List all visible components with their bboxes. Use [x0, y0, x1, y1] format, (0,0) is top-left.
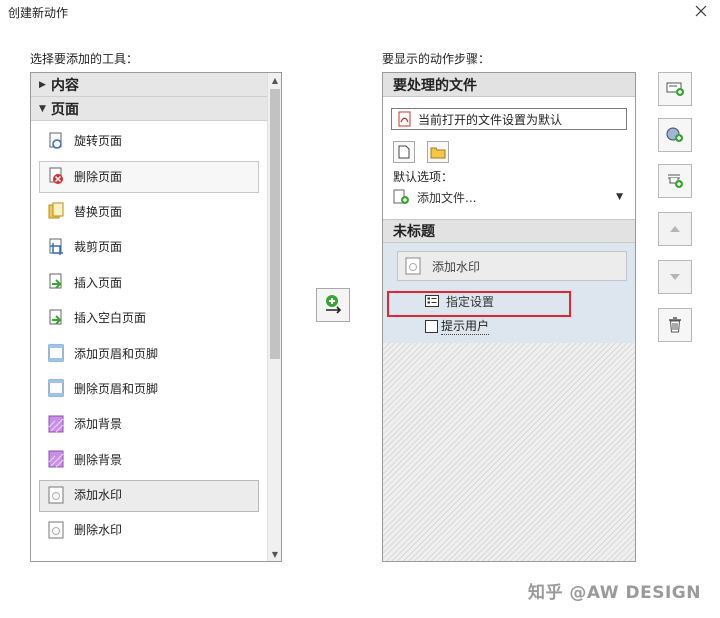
title-bar: 创建新动作	[0, 0, 720, 24]
files-header: 要处理的文件	[383, 73, 635, 97]
remove-background-icon	[48, 450, 64, 468]
group-content-label: 内容	[51, 77, 79, 94]
insert-stop-button[interactable]	[658, 72, 692, 106]
delete-page-icon	[49, 167, 63, 185]
tools-scrollbar[interactable]: ▲ ▼	[267, 73, 281, 561]
add-file-value: 添加文件...	[417, 190, 477, 205]
steps-panel: 要处理的文件 当前打开的文件设置为默认 默认选项： 添加文件... ▼ 未标题 …	[382, 72, 636, 562]
group-content[interactable]: ▶ 内容	[31, 73, 267, 97]
tool-label: 插入空白页面	[74, 311, 147, 326]
close-button[interactable]	[692, 2, 710, 20]
chevron-right-icon: ▶	[39, 79, 46, 90]
file-source-field[interactable]: 当前打开的文件设置为默认	[391, 108, 627, 130]
untitled-body: 添加水印 指定设置 提示用户	[383, 243, 635, 343]
tool-remove-background[interactable]: 删除背景	[31, 442, 267, 477]
remove-watermark-icon	[48, 521, 64, 539]
add-header-footer-icon	[48, 344, 64, 362]
tool-remove-header-footer[interactable]: 删除页眉和页脚	[31, 371, 267, 406]
tool-add-background[interactable]: 添加背景	[31, 406, 267, 441]
tools-label: 选择要添加的工具：	[30, 52, 139, 66]
files-block: 当前打开的文件设置为默认 默认选项： 添加文件... ▼	[383, 98, 635, 218]
new-file-button[interactable]	[393, 141, 415, 163]
scroll-up-icon[interactable]: ▲	[268, 73, 281, 87]
add-file-icon	[393, 189, 409, 204]
tool-list: 旋转页面 删除页面 替换页面 裁剪页面 插入页面 插入空白页面 添加页眉和页脚	[31, 123, 267, 548]
tool-insert-blank-page[interactable]: 插入空白页面	[31, 300, 267, 335]
watermark-icon	[405, 257, 421, 275]
add-arrow-icon	[326, 295, 342, 314]
chevron-down-icon: ▼	[39, 103, 46, 114]
tool-label: 旋转页面	[74, 134, 123, 149]
tool-label: 删除背景	[74, 452, 123, 467]
trash-icon	[669, 317, 681, 333]
add-file-dropdown[interactable]: 添加文件... ▼	[393, 186, 627, 208]
insert-page-icon	[49, 273, 62, 289]
insert-instruction-icon	[666, 127, 683, 142]
prompt-user-label: 提示用户	[441, 319, 490, 335]
scroll-down-icon[interactable]: ▼	[268, 547, 281, 561]
insert-instruction-button[interactable]	[658, 118, 692, 152]
tool-label: 删除水印	[74, 523, 123, 538]
steps-label: 要显示的动作步骤：	[382, 52, 491, 66]
tool-label: 添加页眉和页脚	[74, 346, 159, 361]
tool-label: 删除页面	[74, 169, 123, 184]
triangle-up-icon	[670, 226, 680, 232]
window-title: 创建新动作	[8, 6, 69, 20]
tool-remove-watermark[interactable]: 删除水印	[31, 512, 267, 547]
file-source-value: 当前打开的文件设置为默认	[418, 112, 563, 127]
step-label: 添加水印	[432, 259, 481, 274]
group-pages[interactable]: ▼ 页面	[31, 97, 267, 121]
add-background-icon	[48, 415, 64, 433]
tools-list-panel: ▶ 内容 ▼ 页面 旋转页面 删除页面 替换页面 裁剪页面 插入页面 插入空白页…	[30, 72, 282, 562]
move-down-button[interactable]	[658, 260, 692, 294]
empty-steps-area	[383, 343, 635, 561]
tool-label: 添加水印	[74, 488, 123, 503]
tool-delete-page[interactable]: 删除页面	[31, 158, 267, 194]
default-options-label: 默认选项：	[393, 170, 454, 184]
close-icon	[695, 5, 707, 17]
pdf-file-icon	[398, 111, 411, 127]
triangle-down-icon	[670, 274, 680, 280]
site-watermark: 知乎 @AW DESIGN	[528, 583, 701, 603]
tool-add-watermark[interactable]: 添加水印	[31, 477, 267, 513]
rotate-page-icon	[49, 132, 62, 149]
scroll-thumb[interactable]	[270, 89, 280, 359]
tool-label: 插入页面	[74, 275, 123, 290]
remove-header-footer-icon	[48, 379, 64, 397]
prompt-user-checkbox[interactable]: 提示用户	[425, 317, 490, 335]
folder-icon	[430, 147, 446, 158]
dropdown-caret-icon: ▼	[616, 192, 623, 202]
tool-replace-page[interactable]: 替换页面	[31, 194, 267, 229]
tool-insert-page[interactable]: 插入页面	[31, 265, 267, 300]
tool-label: 裁剪页面	[74, 240, 123, 255]
add-watermark-icon	[48, 486, 64, 504]
tool-rotate-page[interactable]: 旋转页面	[31, 123, 267, 158]
add-panel-button[interactable]	[658, 164, 692, 198]
insert-blank-page-icon	[49, 309, 62, 325]
untitled-header: 未标题	[383, 219, 635, 243]
open-folder-button[interactable]	[427, 141, 449, 163]
group-pages-label: 页面	[51, 101, 79, 118]
delete-step-button[interactable]	[658, 308, 692, 342]
blank-file-icon	[398, 145, 410, 159]
replace-page-icon	[48, 202, 64, 219]
insert-stop-icon	[666, 82, 684, 96]
crop-page-icon	[49, 238, 63, 255]
checkbox-box[interactable]	[425, 319, 438, 333]
tool-label: 删除页眉和页脚	[74, 381, 159, 396]
step-add-watermark[interactable]: 添加水印	[397, 251, 627, 281]
highlight-annotation	[387, 291, 571, 317]
tool-label: 添加背景	[74, 417, 123, 432]
tool-label: 替换页面	[74, 204, 123, 219]
tool-add-header-footer[interactable]: 添加页眉和页脚	[31, 335, 267, 370]
move-up-button[interactable]	[658, 212, 692, 246]
tool-crop-page[interactable]: 裁剪页面	[31, 229, 267, 264]
footer-edge	[0, 614, 720, 618]
add-tool-button[interactable]	[316, 288, 350, 322]
add-panel-icon	[668, 174, 683, 188]
